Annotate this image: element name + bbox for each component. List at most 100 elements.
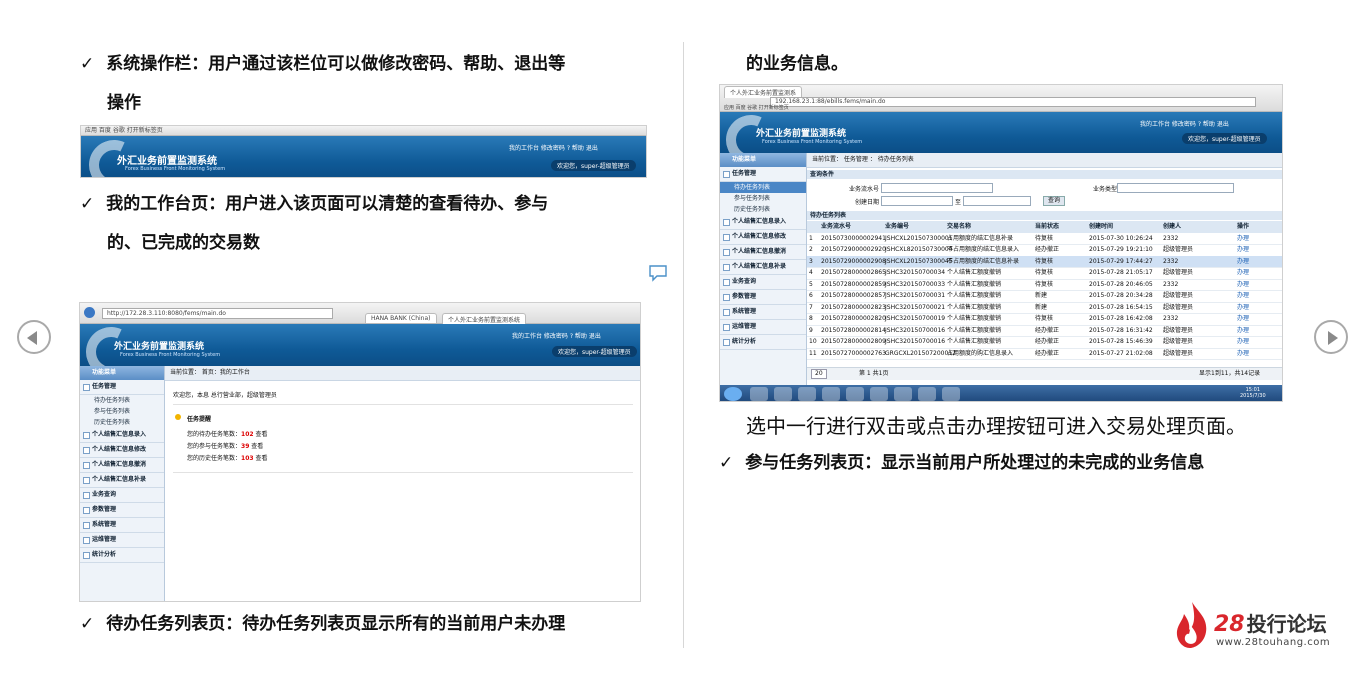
handle-link[interactable]: 办理: [1237, 302, 1249, 314]
table-cell: 20150727000002763: [821, 349, 886, 357]
page-indicator[interactable]: 第 1 共1页: [859, 368, 888, 380]
taskbar-app-icon[interactable]: [870, 387, 888, 401]
sidebar-item[interactable]: 个人结售汇信息录入: [720, 215, 806, 230]
bullet-text: 系统操作栏：用户通过该栏位可以做修改密码、帮助、退出等: [106, 54, 566, 74]
sidebar-item[interactable]: 统计分析: [720, 335, 806, 350]
sidebar-head: 功能菜单: [80, 366, 164, 380]
handle-link[interactable]: 办理: [1237, 290, 1249, 302]
sidebar-item[interactable]: 个人结售汇信息修改: [720, 230, 806, 245]
sidebar-sub-item[interactable]: 历史任务列表: [80, 417, 164, 428]
sidebar-item[interactable]: 个人结售汇信息修改: [80, 443, 164, 458]
sidebar-item[interactable]: 系统管理: [80, 518, 164, 533]
sidebar-item[interactable]: 系统管理: [720, 305, 806, 320]
handle-link[interactable]: 办理: [1237, 233, 1249, 245]
sidebar-item[interactable]: 业务查询: [720, 275, 806, 290]
table-cell: 个人结售汇额度撤销: [947, 338, 1002, 345]
sidebar-item[interactable]: 个人结售汇信息补录: [80, 473, 164, 488]
table-cell: 2332: [1163, 280, 1179, 288]
table-header: 业务流水号 业务编号 交易名称 当前状态 创建时间 创建人 操作: [807, 221, 1282, 233]
sidebar-sub-item[interactable]: 待办任务列表: [80, 395, 164, 406]
table-cell: JSHCXL820150730004: [885, 246, 953, 253]
table-cell: 20150728000002823: [821, 303, 886, 311]
sidebar-item[interactable]: 个人结售汇信息撤消: [80, 458, 164, 473]
table-cell: 占用额度的结汇信息补录: [947, 234, 1014, 242]
date-to-input[interactable]: [963, 196, 1031, 206]
sidebar-sub-item-active[interactable]: 待办任务列表: [720, 182, 806, 193]
query-type-select[interactable]: [1117, 183, 1234, 193]
handle-link[interactable]: 办理: [1237, 348, 1249, 360]
bullet-pending-list: ✓ 待办任务列表页：待办任务列表页显示所有的当前用户未办理: [80, 612, 565, 636]
table-cell: 8: [809, 315, 813, 322]
next-slide-button[interactable]: [1314, 320, 1348, 354]
check-icon: ✓: [719, 453, 734, 473]
bullet-text: 参与任务列表页：显示当前用户所处理过的未完成的业务信息: [745, 453, 1205, 473]
handle-link[interactable]: 办理: [1237, 325, 1249, 337]
comment-icon[interactable]: [648, 264, 668, 282]
chevron-left-icon: [27, 331, 37, 345]
sidebar-item[interactable]: 任务管理: [80, 380, 164, 395]
back-icon[interactable]: [84, 307, 95, 318]
sidebar-sub-item[interactable]: 参与任务列表: [80, 406, 164, 417]
table-cell: 待复核: [1035, 234, 1054, 242]
sidebar-item[interactable]: 运维管理: [80, 533, 164, 548]
page-size-select[interactable]: 20: [811, 369, 827, 379]
sidebar-item[interactable]: 统计分析: [80, 548, 164, 563]
handle-link[interactable]: 办理: [1237, 256, 1249, 268]
sidebar-item[interactable]: 个人结售汇信息补录: [720, 260, 806, 275]
taskbar-app-icon[interactable]: [798, 387, 816, 401]
address-bar[interactable]: http://172.28.3.110:8080/fems/main.do: [102, 308, 333, 319]
table-row[interactable]: 11 20150727000002763 GRGCXL201507200012 占用额…: [807, 348, 1282, 360]
table-cell: 经办撤正: [1035, 349, 1060, 357]
sidebar-item[interactable]: 参数管理: [720, 290, 806, 305]
table-cell: 2: [809, 246, 813, 253]
taskbar-app-icon[interactable]: [894, 387, 912, 401]
start-icon[interactable]: [724, 387, 742, 401]
system-links[interactable]: 我的工作台 修改密码 ? 帮助 退出: [512, 331, 601, 340]
handle-link[interactable]: 办理: [1237, 313, 1249, 325]
taskbar-app-icon[interactable]: [846, 387, 864, 401]
sidebar-item[interactable]: 个人结售汇信息录入: [80, 428, 164, 443]
handle-link[interactable]: 办理: [1237, 267, 1249, 279]
prev-slide-button[interactable]: [17, 320, 51, 354]
system-links[interactable]: 我的工作台 修改密码 ? 帮助 退出: [509, 143, 598, 152]
check-icon: ✓: [80, 54, 95, 74]
handle-link[interactable]: 办理: [1237, 244, 1249, 256]
sidebar-item[interactable]: 个人结售汇信息撤消: [720, 245, 806, 260]
sidebar-sub-item[interactable]: 历史任务列表: [720, 204, 806, 215]
main-content: 当前位置： 任务管理 ： 待办任务列表 查询条件 业务流水号 业务类型 创建日期…: [807, 153, 1282, 385]
divider-line: [173, 472, 633, 473]
handle-link[interactable]: 办理: [1237, 336, 1249, 348]
system-links[interactable]: 我的工作台 修改密码 ? 帮助 退出: [1140, 119, 1229, 128]
view-link[interactable]: 查看: [255, 431, 267, 438]
handle-link[interactable]: 办理: [1237, 279, 1249, 291]
taskbar-app-icon[interactable]: [750, 387, 768, 401]
bulb-icon: [175, 414, 181, 420]
query-button[interactable]: 查询: [1043, 196, 1066, 206]
table-cell: 2015-07-30 10:26:24: [1089, 234, 1153, 242]
task-table: 业务流水号 业务编号 交易名称 当前状态 创建时间 创建人 操作 1 2015073000000…: [807, 221, 1282, 362]
sidebar-sub-item[interactable]: 参与任务列表: [720, 193, 806, 204]
greeting: 欢迎您，本息 总行营业部，超级管理员: [173, 392, 277, 399]
table-cell: JSHC320150700033: [885, 280, 946, 288]
browser-tab[interactable]: HANA BANK (China): [365, 313, 437, 323]
table-cell: JSHC320150700031: [885, 292, 946, 299]
table-cell: 待复核: [1035, 269, 1054, 276]
table-cell: 3: [809, 257, 813, 265]
system-subtitle: Forex Business Front Monitoring System: [120, 352, 221, 358]
taskbar-app-icon[interactable]: [942, 387, 960, 401]
system-subtitle: Forex Business Front Monitoring System: [125, 166, 226, 172]
sidebar-item[interactable]: 参数管理: [80, 503, 164, 518]
address-bar[interactable]: 192.168.23.1:88/ebills.fems/main.do: [770, 97, 1256, 107]
query-flow-input[interactable]: [881, 183, 993, 193]
view-link[interactable]: 查看: [255, 455, 267, 462]
sidebar-item[interactable]: 业务查询: [80, 488, 164, 503]
taskbar-app-icon[interactable]: [822, 387, 840, 401]
sidebar-item[interactable]: 运维管理: [720, 320, 806, 335]
date-from-input[interactable]: [881, 196, 953, 206]
taskbar-app-icon[interactable]: [774, 387, 792, 401]
table-cell: 2015-07-29 19:21:10: [1089, 246, 1153, 253]
taskbar-app-icon[interactable]: [918, 387, 936, 401]
sidebar-item[interactable]: 任务管理: [720, 167, 806, 182]
view-link[interactable]: 查看: [251, 443, 263, 450]
table-cell: 1: [809, 234, 813, 242]
